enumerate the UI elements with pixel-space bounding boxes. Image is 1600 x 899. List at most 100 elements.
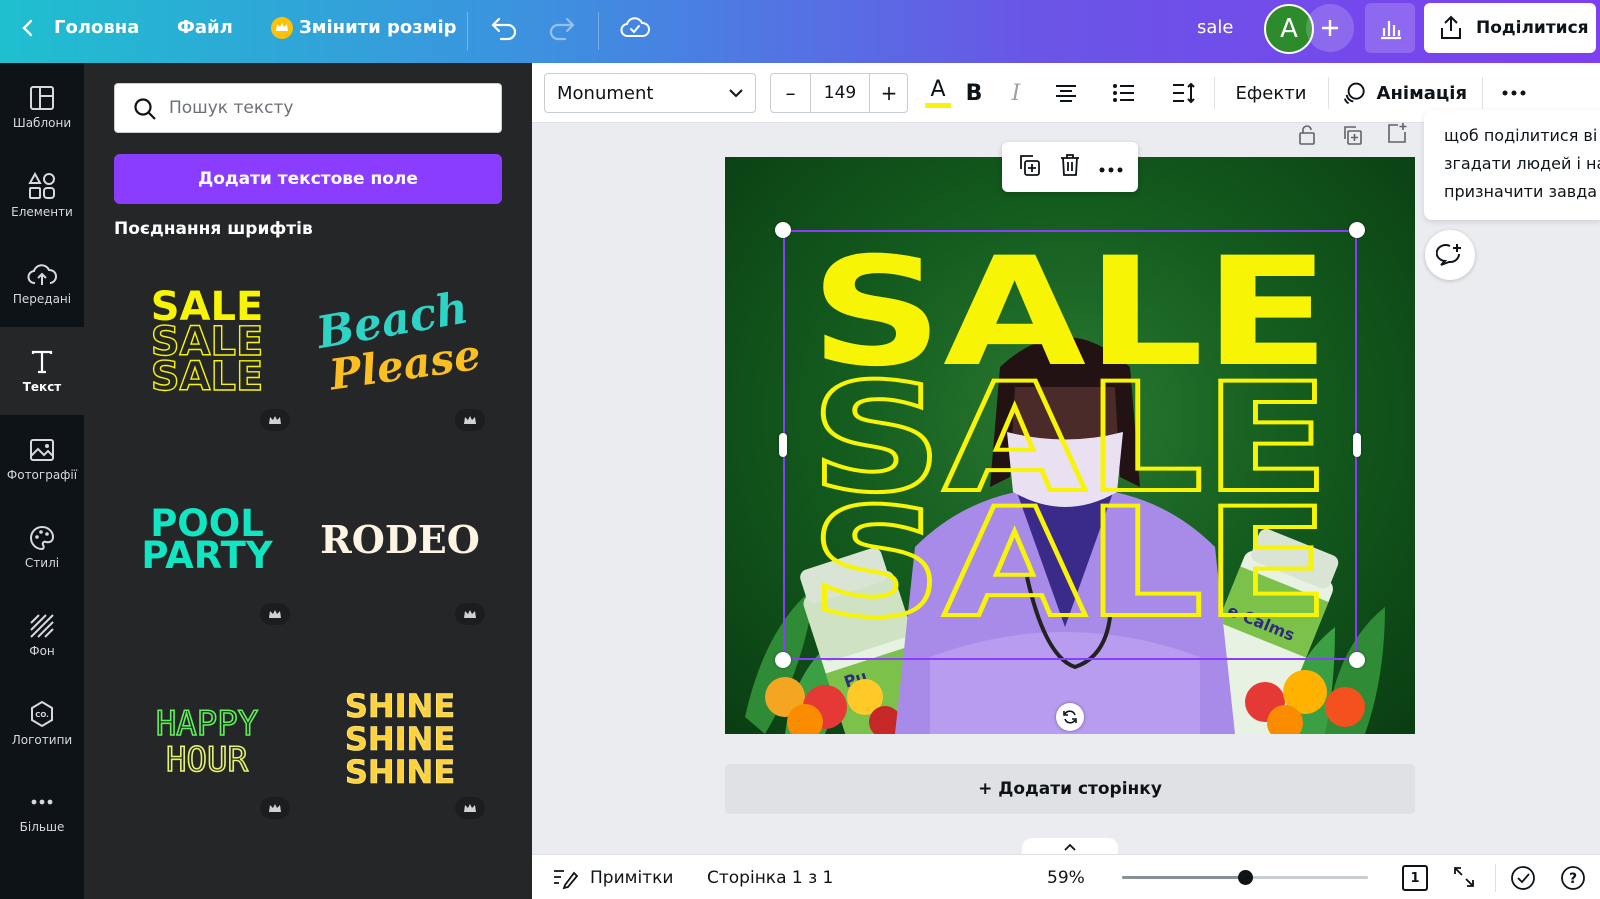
crown-icon <box>260 797 290 819</box>
rail-label: Елементи <box>11 204 73 219</box>
bullet-list-icon <box>1113 84 1134 102</box>
font-size-input[interactable]: 149 <box>811 74 869 112</box>
resize-handle-bottom-left[interactable] <box>775 652 791 668</box>
preview-text: RODEO <box>320 517 480 562</box>
list-button[interactable] <box>1102 63 1146 123</box>
zoom-slider-knob[interactable] <box>1238 870 1253 885</box>
undo-icon <box>491 17 517 40</box>
rail-item-text[interactable]: Текст <box>0 327 84 415</box>
rail-item-background[interactable]: Фон <box>0 591 84 679</box>
font-family-select[interactable]: Monument <box>544 73 756 113</box>
rail-item-templates[interactable]: Шаблони <box>0 63 84 151</box>
selection-box <box>783 230 1357 660</box>
font-combo-beach-please[interactable]: Beach Please <box>307 253 497 433</box>
notes-label: Примітки <box>590 867 674 888</box>
divider <box>1482 77 1483 109</box>
notes-button[interactable]: Примітки <box>552 855 673 899</box>
notes-icon <box>554 869 578 889</box>
rotate-icon <box>1063 710 1077 724</box>
lock-page-button[interactable] <box>1296 124 1320 148</box>
rail-item-photos[interactable]: Фотографії <box>0 415 84 503</box>
check-button[interactable] <box>1510 865 1536 891</box>
bold-button[interactable]: B <box>952 63 996 123</box>
home-label: Головна <box>54 17 140 38</box>
share-label: Поділитися <box>1476 18 1589 38</box>
duplicate-icon <box>1020 155 1040 176</box>
rail-item-styles[interactable]: Стилі <box>0 503 84 591</box>
rotate-handle[interactable] <box>1056 703 1084 731</box>
beach-please-preview: Beach Please <box>311 282 484 399</box>
rail-item-uploads[interactable]: Передані <box>0 239 84 327</box>
happy-hour-preview: HAPPY HOUR <box>155 703 259 781</box>
divider <box>1495 864 1496 892</box>
crown-icon <box>260 409 290 431</box>
back-home-button[interactable]: Головна <box>20 0 139 55</box>
duplicate-page-button[interactable] <box>1341 124 1365 148</box>
templates-icon <box>30 85 54 110</box>
rail-item-logos[interactable]: CO. Логотипи <box>0 679 84 767</box>
rail-label: Фотографії <box>6 467 78 482</box>
pool-party-preview: POOL PARTY <box>141 502 273 577</box>
rail-label: Передані <box>12 291 72 306</box>
more-horizontal-icon <box>1099 167 1123 172</box>
effects-button[interactable]: Ефекти <box>1226 63 1316 123</box>
element-more-button[interactable] <box>1099 158 1123 177</box>
zoom-slider[interactable] <box>1122 870 1368 885</box>
duplicate-element-button[interactable] <box>1017 153 1041 181</box>
file-menu[interactable]: Файл <box>177 0 233 55</box>
zoom-percentage[interactable]: 59% <box>1047 855 1085 899</box>
add-text-box-button[interactable]: Додати текстове поле <box>114 154 502 204</box>
bottom-bar: Примітки Сторінка 1 з 1 59% 1 ? <box>532 854 1600 899</box>
text-icon <box>31 350 53 373</box>
popover-line: призначити завда <box>1444 182 1598 201</box>
crown-icon <box>260 603 290 625</box>
share-icon <box>1441 15 1461 39</box>
add-comment-button[interactable] <box>1425 230 1475 280</box>
document-title[interactable]: sale <box>1197 0 1233 55</box>
italic-button[interactable]: I <box>994 63 1038 123</box>
resize-handle-top-right[interactable] <box>1349 222 1365 238</box>
comment-popover: щоб поділитися ві згадати людей і на при… <box>1424 110 1600 220</box>
share-button[interactable]: Поділитися <box>1424 3 1596 53</box>
check-circle-icon <box>1511 866 1535 890</box>
logos-icon: CO. <box>31 700 53 727</box>
decrease-size-button[interactable]: – <box>771 74 811 112</box>
page-indicator: Сторінка 1 з 1 <box>707 867 834 888</box>
svg-text:?: ? <box>1569 871 1577 887</box>
preview-text: HAPPY <box>156 704 258 744</box>
spacing-button[interactable] <box>1162 63 1206 123</box>
invite-button[interactable] <box>1306 4 1354 52</box>
font-combinations-heading: Поєднання шрифтів <box>114 219 313 239</box>
rail-label: Фон <box>29 643 55 658</box>
cloud-saved-button[interactable] <box>620 0 650 55</box>
rodeo-preview: RODEO <box>320 517 480 562</box>
font-combo-sale[interactable]: SALE SALE SALE <box>112 253 302 433</box>
styles-icon <box>30 525 55 550</box>
resize-handle-left[interactable] <box>779 433 787 457</box>
rail-item-elements[interactable]: Елементи <box>0 151 84 239</box>
search-text-input[interactable]: Пошук тексту <box>114 83 502 133</box>
insights-button[interactable] <box>1365 3 1415 53</box>
add-page-button[interactable]: + Додати сторінку <box>725 764 1415 814</box>
increase-size-button[interactable]: + <box>869 74 908 112</box>
resize-handle-right[interactable] <box>1353 433 1361 457</box>
cloud-check-icon <box>620 16 650 37</box>
chevron-up-icon <box>1064 843 1076 851</box>
rail-item-more[interactable]: Більше <box>0 767 84 855</box>
preview-text: SHINE <box>345 753 455 791</box>
divider <box>598 12 599 50</box>
add-page-icon-button[interactable] <box>1386 122 1410 146</box>
fullscreen-button[interactable] <box>1452 865 1478 891</box>
resize-handle-top-left[interactable] <box>775 222 791 238</box>
align-center-button[interactable] <box>1044 63 1088 123</box>
page-grid-button[interactable]: 1 <box>1402 865 1428 891</box>
rail-label: Логотипи <box>11 732 73 747</box>
delete-element-button[interactable] <box>1059 153 1081 181</box>
undo-button[interactable] <box>489 0 519 55</box>
preview-text: SALE <box>151 354 264 400</box>
resize-button[interactable]: Змінити розмір <box>271 0 457 55</box>
help-button[interactable]: ? <box>1560 865 1586 891</box>
uploads-icon <box>27 263 57 285</box>
redo-button[interactable] <box>547 0 577 55</box>
resize-handle-bottom-right[interactable] <box>1349 652 1365 668</box>
